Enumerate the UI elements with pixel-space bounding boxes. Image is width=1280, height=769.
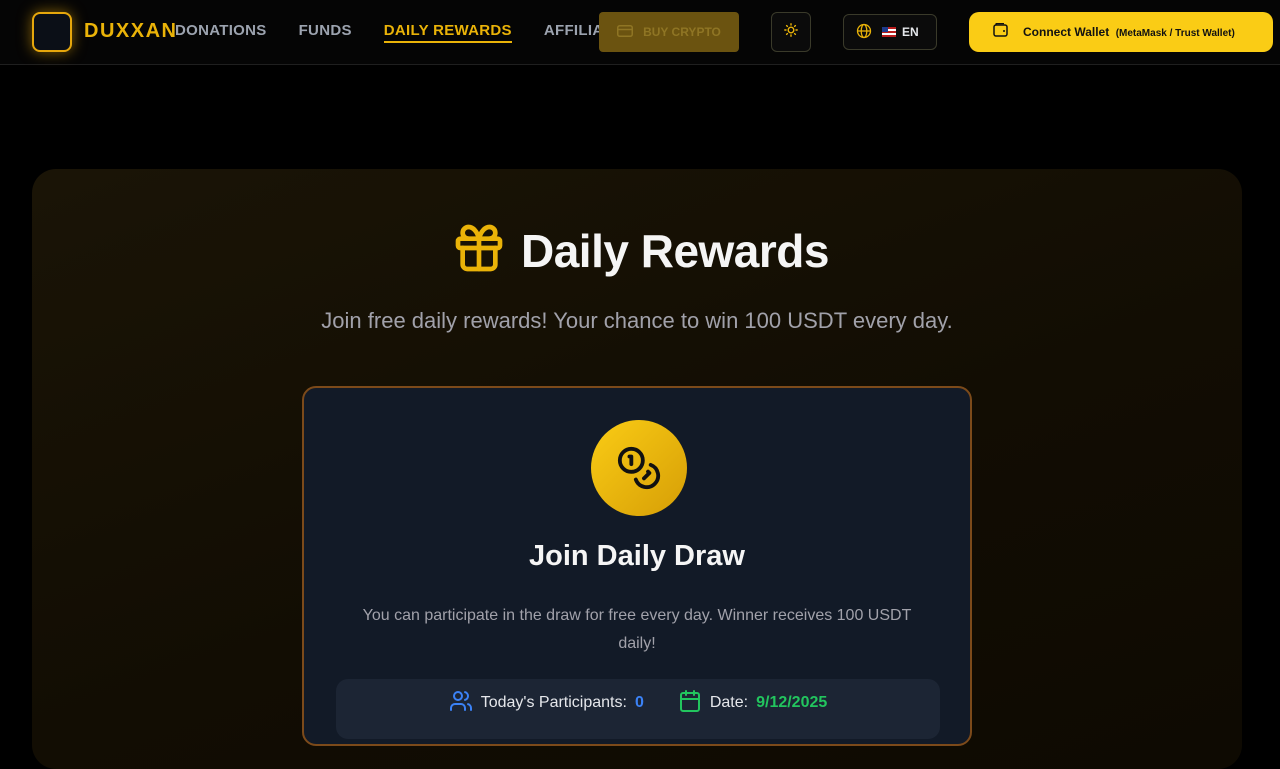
- page-title: Daily Rewards: [521, 224, 829, 277]
- gift-icon: [451, 220, 507, 281]
- coins-icon: [591, 420, 687, 516]
- brand-name[interactable]: DUXXAN: [84, 20, 177, 43]
- date-stat: Date: 9/12/2025: [678, 689, 828, 718]
- nav-funds[interactable]: FUNDS: [299, 22, 352, 43]
- nav-donations[interactable]: DONATIONS: [175, 22, 267, 43]
- connect-wallet-label: Connect Wallet: [1023, 25, 1110, 39]
- users-icon: [449, 689, 473, 718]
- buy-crypto-label: BUY CRYPTO: [643, 25, 721, 39]
- wallet-icon: [993, 22, 1009, 42]
- draw-stats: Today's Participants: 0 Date: 9/12/2025: [336, 679, 940, 739]
- connect-wallet-button[interactable]: Connect Wallet (MetaMask / Trust Wallet): [969, 12, 1273, 52]
- date-label: Date:: [709, 694, 749, 711]
- top-navbar: DUXXAN DONATIONS FUNDS DAILY REWARDS AFF…: [0, 0, 1280, 65]
- us-flag-icon: [882, 27, 896, 37]
- participants-count: 0: [634, 694, 644, 711]
- participants-label: Today's Participants:: [480, 694, 627, 711]
- participants-stat: Today's Participants: 0: [449, 689, 644, 718]
- page-subtitle: Join free daily rewards! Your chance to …: [321, 308, 953, 333]
- credit-card-icon: [617, 24, 634, 40]
- main-nav: DONATIONS FUNDS DAILY REWARDS AFFILIATE: [175, 22, 622, 43]
- globe-icon: [856, 23, 872, 42]
- logo-icon[interactable]: [32, 12, 72, 52]
- buy-crypto-button[interactable]: BUY CRYPTO: [599, 12, 739, 52]
- card-title: Join Daily Draw: [529, 540, 745, 572]
- nav-daily-rewards[interactable]: DAILY REWARDS: [383, 22, 512, 43]
- sun-icon: [784, 22, 798, 42]
- wallet-hint: (MetaMask / Trust Wallet): [1115, 28, 1235, 39]
- draw-date: 9/12/2025: [756, 694, 828, 711]
- daily-draw-card: Join Daily Draw You can participate in t…: [302, 386, 972, 746]
- language-label: EN: [902, 25, 919, 39]
- language-selector[interactable]: EN: [843, 14, 937, 50]
- theme-toggle-button[interactable]: [771, 12, 811, 52]
- page-title-row: Daily Rewards: [0, 220, 1280, 281]
- calendar-icon: [678, 689, 702, 718]
- card-description: You can participate in the draw for free…: [362, 607, 912, 652]
